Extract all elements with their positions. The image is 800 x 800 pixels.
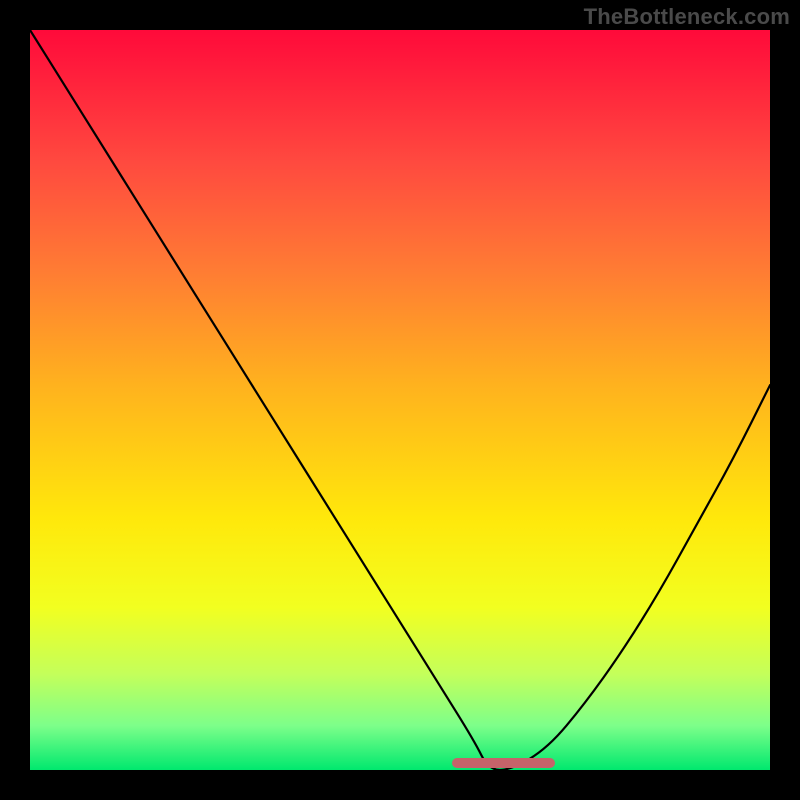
bottleneck-curve — [30, 30, 770, 770]
chart-frame: TheBottleneck.com — [0, 0, 800, 800]
watermark-text: TheBottleneck.com — [584, 4, 790, 30]
optimal-range-marker — [452, 758, 556, 768]
plot-area — [30, 30, 770, 770]
